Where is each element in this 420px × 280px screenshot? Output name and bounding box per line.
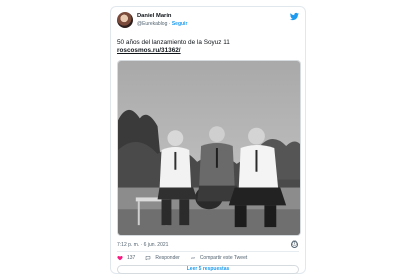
- avatar[interactable]: [117, 12, 133, 28]
- reply-label: Responder: [155, 255, 180, 261]
- tweet-photo[interactable]: [117, 60, 301, 236]
- author-handle[interactable]: @Eurekablog: [137, 21, 167, 27]
- tweet-timestamp[interactable]: 7:12 p. m. · 6 jun. 2021: [117, 242, 168, 248]
- like-count: 137: [127, 255, 136, 261]
- author-handle-row: @Eurekablog · Seguir: [137, 20, 187, 28]
- embedded-tweet-card: Daniel Marín @Eurekablog · Seguir 50 año…: [110, 6, 306, 274]
- share-label: Compartir este Tweet: [199, 255, 248, 261]
- handle-separator: ·: [168, 21, 171, 27]
- cosmonauts-photo: [118, 61, 300, 235]
- link-icon: [191, 256, 195, 260]
- tweet-text: 50 años del lanzamiento de la Soyuz 11: [117, 39, 230, 46]
- twitter-bird-icon[interactable]: [290, 12, 299, 21]
- info-icon[interactable]: ⓘ: [291, 241, 298, 248]
- speech-bubble-icon: [146, 256, 151, 261]
- heart-icon: [117, 256, 123, 261]
- tweet-url-link[interactable]: roscosmos.ru/31362/: [117, 47, 181, 54]
- author-block: Daniel Marín @Eurekablog · Seguir: [137, 12, 187, 28]
- follow-link[interactable]: Seguir: [172, 21, 188, 27]
- tweet-actions: 137 Responder Compartir este Tweet: [117, 255, 257, 261]
- divider: [117, 251, 299, 252]
- share-button[interactable]: Compartir este Tweet: [190, 255, 247, 261]
- read-replies-button[interactable]: Leer 5 respuestas: [117, 265, 299, 274]
- reply-button[interactable]: Responder: [145, 255, 180, 261]
- like-button[interactable]: 137: [117, 255, 135, 261]
- author-display-name[interactable]: Daniel Marín: [137, 12, 187, 20]
